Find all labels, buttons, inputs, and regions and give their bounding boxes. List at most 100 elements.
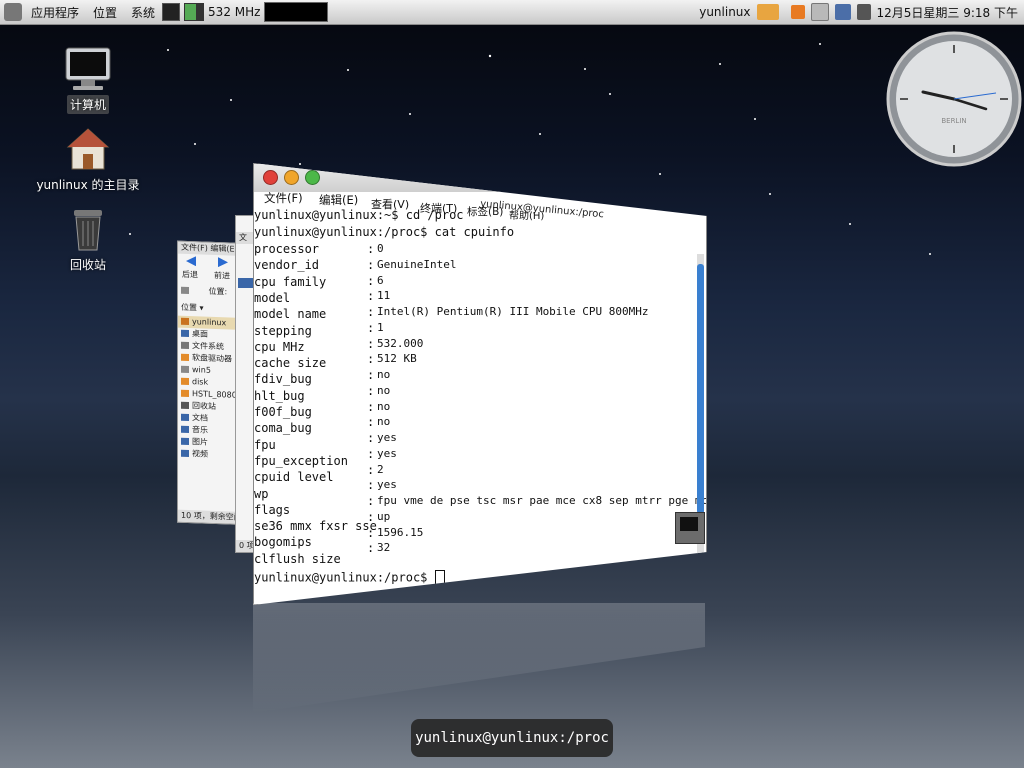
cpuinfo-key: hlt_bug [254, 388, 305, 403]
cpuinfo-value: 0 [377, 242, 384, 255]
clock-widget[interactable]: BERLIN [886, 31, 1022, 167]
cpuinfo-value: 1 [377, 320, 384, 334]
menu-system[interactable]: 系统 [124, 4, 162, 21]
cpuinfo-separator: : [367, 289, 375, 304]
window-switcher-tooltip: yunlinux@yunlinux:/proc [411, 719, 613, 757]
cpu-frequency[interactable]: 532 MHz [208, 5, 260, 19]
volume-icon[interactable] [856, 4, 871, 20]
cpuinfo-value: 1596.15 [377, 525, 424, 539]
panel-username[interactable]: yunlinux [699, 5, 750, 19]
desktop-icon-trash[interactable]: 回收站 [33, 206, 143, 274]
fm2-location-icon [238, 278, 254, 288]
cpuinfo-key: fdiv_bug [254, 372, 312, 387]
cpuinfo-value: no [377, 399, 391, 413]
home-folder-icon [66, 128, 110, 170]
command-line: yunlinux@yunlinux:~$ cd /proc [254, 208, 464, 222]
battery-icon[interactable] [184, 3, 205, 21]
cpuinfo-key: cpu family [254, 274, 327, 289]
back-button-label[interactable]: 后退 [182, 269, 198, 281]
keyboard-icon[interactable] [810, 3, 829, 21]
terminal-titlebar[interactable] [254, 164, 706, 192]
cpuinfo-value: yes [377, 431, 397, 444]
location-icon [181, 286, 189, 295]
maximize-button[interactable] [305, 170, 320, 185]
cpuinfo-separator: : [367, 494, 375, 508]
menu-places[interactable]: 位置 [86, 4, 124, 21]
menu-applications[interactable]: 应用程序 [24, 4, 86, 21]
cpuinfo-separator: : [367, 305, 375, 319]
cpuinfo-value: no [377, 368, 391, 381]
panel-left: 应用程序 位置 系统 532 MHz [0, 2, 329, 22]
top-panel: 应用程序 位置 系统 532 MHz yunlinux 12月5日星期三 9:1… [0, 0, 1024, 25]
window-reflection [253, 603, 705, 713]
cpuinfo-value: yes [377, 446, 397, 460]
forward-button-label[interactable]: 前进 [214, 270, 230, 282]
trash-icon [74, 210, 102, 251]
fm-menu-file[interactable]: 文件(F) [181, 243, 208, 253]
logout-arrow-icon[interactable] [756, 4, 779, 20]
cursor [434, 570, 445, 586]
cpuinfo-value: Intel(R) Pentium(R) III Mobile CPU 800MH… [377, 305, 649, 318]
cpuinfo-key: f00f_bug [254, 405, 312, 419]
desktop-icon-computer[interactable]: 计算机 [33, 46, 143, 114]
cpuinfo-separator: : [367, 509, 375, 524]
cpuinfo-separator: : [367, 399, 375, 414]
cpuinfo-separator: : [367, 368, 375, 382]
cpuinfo-value: fpu vme de pse tsc msr pae mce cx8 sep m… [377, 494, 706, 507]
fm-menu-edit[interactable]: 编辑(E) [210, 244, 237, 254]
cpuinfo-separator: : [367, 478, 375, 493]
update-notifier-icon[interactable] [790, 5, 805, 19]
cpuinfo-separator: : [367, 525, 375, 540]
cpuinfo-key: cpu MHz [254, 339, 305, 354]
cpuinfo-value: no [377, 415, 391, 429]
gnome-foot-icon[interactable] [4, 3, 22, 21]
desktop-icon-label: 回收站 [69, 258, 106, 272]
cpuinfo-separator: : [367, 415, 375, 430]
cpuinfo-key: fpu [254, 437, 276, 452]
menu-edit[interactable]: 编辑(E) [319, 192, 358, 208]
cpuinfo-key: stepping [254, 323, 312, 338]
panel-clock[interactable]: 12月5日星期三 9:18 下午 [877, 4, 1018, 21]
location-label: 位置: [208, 286, 228, 297]
cpuinfo-separator: : [367, 446, 375, 461]
cpuinfo-key: cpuid level [254, 470, 334, 485]
cpuinfo-value: 512 KB [377, 352, 417, 366]
terminal-window[interactable]: yunlinux@yunlinux:/proc 文件(F) 编辑(E) 查看(V… [253, 163, 707, 605]
cpuinfo-value: up [377, 509, 391, 523]
terminal-output[interactable]: yunlinux@yunlinux:~$ cd /proc yunlinux@y… [254, 208, 706, 598]
forward-arrow-icon[interactable] [218, 257, 228, 267]
cpuinfo-key: fpu_exception [254, 453, 348, 468]
menu-file[interactable]: 文件(F) [264, 190, 303, 206]
cpuinfo-value: GenuineIntel [377, 257, 457, 271]
cpuinfo-key: processor [254, 242, 320, 256]
cpuinfo-separator: : [367, 336, 375, 351]
cpuinfo-key: cache size [254, 356, 327, 371]
cpuinfo-separator: : [367, 257, 375, 272]
system-monitor-graph[interactable] [264, 2, 329, 22]
shell-prompt[interactable]: yunlinux@yunlinux:/proc$ [254, 570, 445, 586]
cpuinfo-value: 6 [377, 273, 384, 287]
cpuinfo-key: wp [254, 486, 269, 501]
cpuinfo-value: no [377, 383, 391, 397]
cpu-monitor-icon[interactable] [162, 3, 181, 21]
network-icon[interactable] [834, 4, 851, 20]
cpuinfo-key: model [254, 290, 291, 305]
cpuinfo-key: clflush size [254, 551, 341, 566]
cpuinfo-value: 32 [377, 541, 391, 555]
cpuinfo-separator: : [367, 462, 375, 477]
cpuinfo-separator: : [367, 431, 375, 445]
desktop-icon-label: yunlinux 的主目录 [36, 178, 140, 192]
desktop-icon-home[interactable]: yunlinux 的主目录 [33, 126, 143, 194]
cpuinfo-key: model name [254, 307, 327, 322]
cpuinfo-separator: : [367, 273, 375, 288]
cpuinfo-separator: : [367, 242, 375, 256]
scrollbar-thumb[interactable] [697, 264, 704, 514]
analog-clock-icon: BERLIN [886, 31, 1022, 167]
back-arrow-icon[interactable] [186, 256, 196, 266]
minimize-button[interactable] [284, 170, 299, 185]
terminal-window-icon [675, 512, 705, 544]
close-button[interactable] [263, 170, 278, 185]
cpuinfo-separator: : [367, 541, 375, 556]
panel-right: yunlinux 12月5日星期三 9:18 下午 [699, 3, 1024, 21]
cpuinfo-value: 11 [377, 289, 391, 303]
